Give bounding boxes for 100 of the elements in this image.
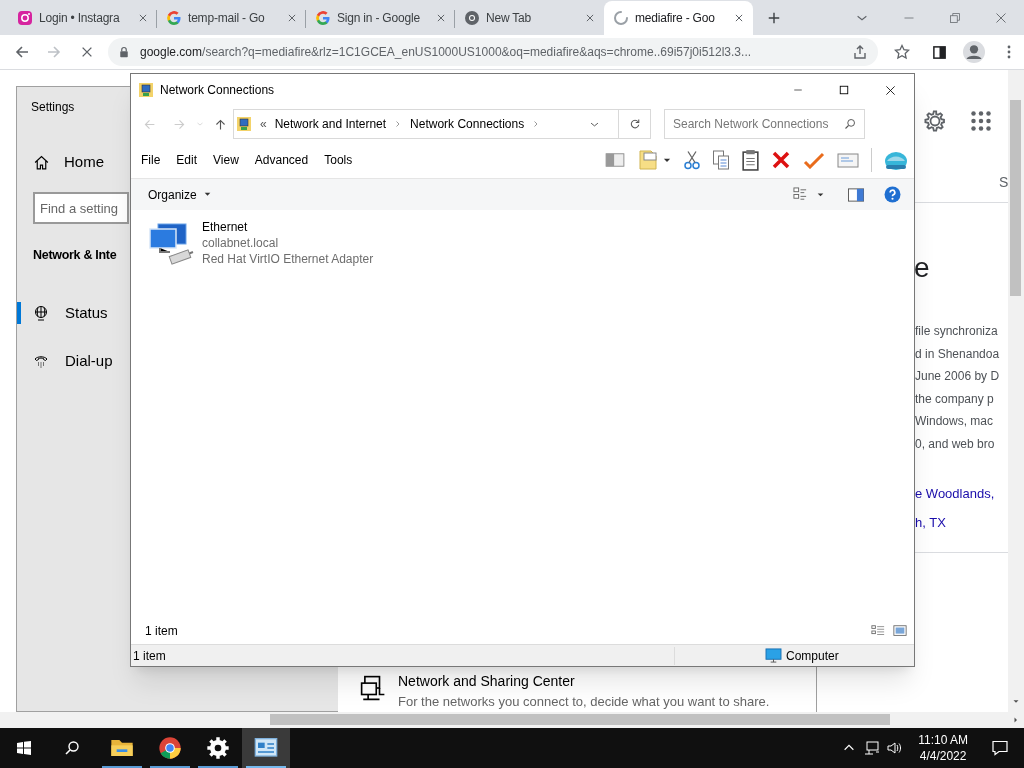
status-count: 1 item — [131, 646, 675, 665]
link-title[interactable]: Network and Sharing Center — [398, 671, 770, 692]
address-bar[interactable]: « Network and Internet Network Connections — [233, 109, 651, 139]
panel-title: e — [914, 251, 930, 285]
tab-title: mediafire - Goo — [635, 10, 716, 27]
connection-name: Ethernet — [202, 219, 249, 235]
network-name: collabnet.local — [202, 235, 280, 251]
help-icon[interactable] — [884, 186, 901, 203]
copy-icon[interactable] — [712, 150, 730, 170]
view-options-icon[interactable] — [793, 187, 808, 202]
browser-tab[interactable]: Login • Instagra — [8, 1, 157, 35]
control-panel-icon — [254, 736, 278, 760]
apps-grid-icon[interactable] — [971, 111, 991, 131]
close-icon[interactable] — [885, 84, 896, 96]
share-icon[interactable] — [852, 44, 868, 60]
nav-item[interactable]: Dial-up — [17, 347, 130, 375]
home-icon[interactable] — [33, 153, 50, 171]
up-icon[interactable] — [214, 117, 227, 131]
loading-icon — [613, 10, 629, 26]
description-text: 0, and web bro — [915, 435, 995, 453]
scrollbar-thumb[interactable] — [1010, 100, 1021, 296]
large-icons-view-icon[interactable] — [892, 624, 908, 638]
caret-icon[interactable] — [816, 190, 825, 199]
window-title: Network Connections — [160, 82, 275, 99]
network-icon[interactable] — [360, 675, 386, 701]
browser-tab[interactable]: New Tab — [455, 1, 604, 35]
link-description: For the networks you connect to, decide what you want to share. — [398, 693, 770, 711]
breadcrumb-item[interactable]: Network and Internet — [274, 115, 387, 133]
star-icon[interactable] — [894, 44, 910, 60]
new-tab-icon[interactable] — [767, 11, 781, 25]
side-panel-icon[interactable] — [932, 44, 947, 60]
start-icon[interactable] — [16, 740, 32, 756]
description-text: June 2006 by D — [915, 368, 1000, 385]
home-link[interactable]: Home — [64, 151, 104, 174]
vertical-scrollbar[interactable] — [1008, 70, 1024, 712]
preview-pane-icon[interactable] — [847, 186, 865, 203]
overflow-icon[interactable]: « — [260, 115, 267, 133]
url-text: google.com/search?q=mediafire&rlz=1C1GCEA_enUS1000US1000&oq=mediafire&aqs=chrome..69i57j0i512l3.3... — [140, 44, 753, 61]
location-link[interactable]: h, TX — [915, 513, 946, 533]
scrollbar-thumb[interactable] — [270, 714, 890, 725]
tab-title: Login • Instagra — [39, 10, 121, 27]
maximize-icon[interactable] — [839, 84, 849, 95]
taskbar-app[interactable] — [242, 728, 290, 768]
menu-item[interactable]: File — [141, 151, 161, 169]
window-title: Settings — [31, 99, 75, 116]
folder-icon — [236, 116, 252, 132]
network-adapter-icon — [148, 220, 196, 268]
delete-icon[interactable] — [771, 150, 791, 170]
profile-icon[interactable] — [963, 41, 985, 63]
nav-item[interactable]: Status — [17, 299, 130, 327]
menu-item[interactable]: Tools — [324, 151, 353, 169]
details-view-icon[interactable] — [870, 624, 886, 638]
organize-button[interactable]: Organize — [148, 185, 212, 204]
menu-item[interactable]: Advanced — [254, 151, 309, 169]
menu-item[interactable]: Edit — [176, 151, 198, 169]
section-heading: Network & Inte — [33, 247, 117, 264]
horizontal-scrollbar[interactable] — [0, 712, 1024, 728]
settings-icon[interactable] — [923, 109, 947, 133]
computer-icon — [765, 648, 782, 663]
menu-item[interactable]: View — [213, 151, 239, 169]
tab-title: temp-mail - Go — [188, 10, 266, 27]
lock-icon — [118, 46, 130, 58]
clock[interactable]: 11:10 AM 4/4/2022 — [910, 732, 976, 764]
paste-icon[interactable] — [742, 149, 759, 171]
notifications-icon[interactable] — [991, 739, 1009, 757]
tab-title: Sign in - Google — [337, 10, 421, 27]
address-bar[interactable]: google.com/search?q=mediafire&rlz=1C1GCEA_enUS1000US1000&oq=mediafire&aqs=chrome..69i57j0i512l3.3... — [108, 38, 878, 66]
refresh-icon[interactable] — [629, 118, 641, 130]
adapter-name: Red Hat VirtIO Ethernet Adapter — [202, 251, 374, 267]
network-icon[interactable] — [864, 740, 881, 756]
status-location: Computer — [786, 647, 839, 665]
search-field[interactable]: Find a setting — [33, 192, 129, 224]
close-icon[interactable] — [734, 13, 744, 23]
google-icon — [315, 10, 331, 26]
chrome-icon — [158, 736, 182, 760]
stop-icon[interactable] — [80, 45, 94, 59]
restore-icon[interactable] — [949, 11, 961, 24]
tab-title: New Tab — [486, 10, 533, 27]
description-text: Windows, mac — [915, 413, 994, 430]
connection-item[interactable]: Ethernet collabnet.local Red Hat VirtIO Ethernet Adapter — [148, 220, 914, 268]
chrome-icon — [464, 10, 480, 26]
search-icon[interactable] — [64, 740, 80, 756]
pane-icon[interactable] — [604, 152, 626, 168]
cut-icon[interactable] — [684, 150, 700, 170]
globe-icon — [33, 305, 49, 321]
volume-icon[interactable] — [886, 740, 903, 756]
browser-tab[interactable]: mediafire - Goo — [604, 1, 753, 35]
gear-icon — [206, 736, 230, 760]
search-tab[interactable]: S — [999, 172, 1009, 193]
checkmark-icon[interactable] — [803, 151, 825, 169]
phone-icon — [33, 353, 49, 369]
breadcrumb-item[interactable]: Network Connections — [410, 115, 525, 133]
instagram-icon — [17, 10, 33, 26]
network-globe-icon[interactable] — [884, 149, 908, 171]
caret-icon — [202, 190, 212, 199]
browser-tab[interactable]: Sign in - Google — [306, 1, 455, 35]
back-icon[interactable] — [14, 44, 30, 60]
description-text: d in Shenandoa — [915, 345, 1000, 363]
location-link[interactable]: e Woodlands, — [915, 484, 995, 504]
browser-tab[interactable]: temp-mail - Go — [157, 1, 306, 35]
